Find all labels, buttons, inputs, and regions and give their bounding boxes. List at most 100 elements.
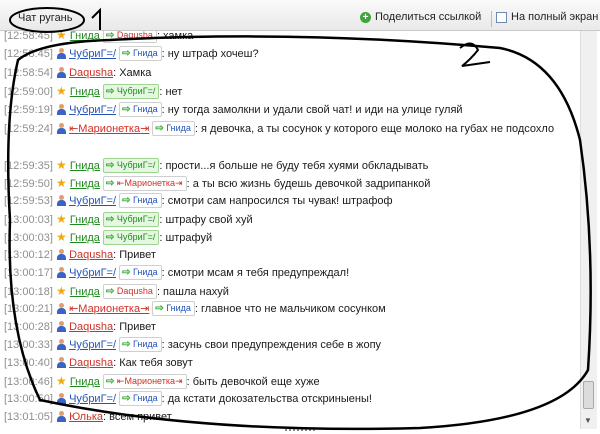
message-time: [13:00:50] bbox=[4, 393, 53, 405]
message-author[interactable]: ЧубриГ=/ bbox=[69, 393, 116, 405]
user-icon bbox=[56, 195, 66, 206]
message-text: : всем привет bbox=[103, 411, 172, 423]
star-icon: ★ bbox=[56, 374, 67, 388]
recipient-name: Гнида bbox=[166, 123, 191, 133]
message-author[interactable]: Юлька bbox=[69, 411, 103, 423]
message-author[interactable]: Гнида bbox=[70, 232, 100, 244]
chat-message: [13:00:03] ★ Гнида ⇨ ЧубриГ=/: штрафуй bbox=[4, 229, 212, 247]
message-author[interactable]: ЧубриГ=/ bbox=[69, 339, 116, 351]
message-author[interactable]: Гнида bbox=[70, 86, 100, 98]
recipient-tag[interactable]: ⇨ Гнида bbox=[119, 337, 162, 352]
star-icon: ★ bbox=[56, 176, 67, 190]
message-text: : прости...я больше не буду тебя хуями о… bbox=[159, 160, 429, 172]
recipient-tag[interactable]: ⇨ ⇤Марионетка⇥ bbox=[103, 176, 187, 191]
user-icon bbox=[56, 104, 66, 115]
recipient-name: Гнида bbox=[133, 48, 158, 58]
recipient-name: Daqusha bbox=[116, 286, 153, 296]
message-author[interactable]: ЧубриГ=/ bbox=[69, 195, 116, 207]
message-time: [13:00:46] bbox=[4, 376, 53, 388]
star-icon: ★ bbox=[56, 158, 67, 172]
message-text: : а ты всю жизнь будешь девочкой задрипа… bbox=[186, 178, 431, 190]
chat-message: [13:00:12] Daqusha: Привет bbox=[4, 247, 156, 264]
recipient-tag[interactable]: ⇨ ЧубриГ=/ bbox=[103, 212, 160, 227]
message-author[interactable]: Daqusha bbox=[69, 67, 113, 79]
message-author[interactable]: ЧубриГ=/ bbox=[69, 48, 116, 60]
recipient-tag[interactable]: ⇨ Гнида bbox=[119, 46, 162, 61]
arrow-right-icon: ⇨ bbox=[106, 31, 115, 41]
message-author[interactable]: Daqusha bbox=[69, 357, 113, 369]
chat-toolbar: Чат ругань + Поделиться ссылкой На полны… bbox=[0, 0, 600, 31]
star-icon: ★ bbox=[56, 230, 67, 244]
message-time: [12:59:35] bbox=[4, 160, 53, 172]
message-time: [13:01:05] bbox=[4, 411, 53, 423]
chat-log[interactable]: [12:58:45] ★ Гнида ⇨ Daqusha: хамка [12:… bbox=[0, 31, 578, 429]
chat-title[interactable]: Чат ругань bbox=[18, 12, 73, 24]
share-link-button[interactable]: + Поделиться ссылкой bbox=[360, 11, 481, 23]
recipient-name: Гнида bbox=[166, 303, 191, 313]
message-text: : штрафуй bbox=[159, 232, 213, 244]
user-icon bbox=[56, 123, 66, 134]
arrow-right-icon: ⇨ bbox=[122, 267, 131, 278]
star-icon: ★ bbox=[56, 31, 67, 42]
message-author[interactable]: Daqusha bbox=[69, 321, 113, 333]
message-time: [12:59:50] bbox=[4, 178, 53, 190]
message-author[interactable]: Гнида bbox=[70, 214, 100, 226]
chat-message: [13:00:46] ★ Гнида ⇨ ⇤Марионетка⇥: быть … bbox=[4, 373, 320, 391]
recipient-tag[interactable]: ⇨ ЧубриГ=/ bbox=[103, 158, 160, 173]
message-author[interactable]: Гнида bbox=[70, 286, 100, 298]
recipient-tag[interactable]: ⇨ Daqusha bbox=[103, 31, 157, 43]
recipient-tag[interactable]: ⇨ Гнида bbox=[119, 391, 162, 406]
user-icon bbox=[56, 321, 66, 332]
message-time: [12:58:54] bbox=[4, 67, 53, 79]
recipient-tag[interactable]: ⇨ ЧубриГ=/ bbox=[103, 230, 160, 245]
message-author[interactable]: Гнида bbox=[70, 376, 100, 388]
arrow-right-icon: ⇨ bbox=[106, 214, 115, 225]
recipient-tag[interactable]: ⇨ Гнида bbox=[152, 301, 195, 316]
message-text: : ну тогда замолкни и удали свой чат! и … bbox=[161, 104, 463, 116]
window-icon bbox=[496, 11, 507, 23]
chat-message: [13:00:50] ЧубриГ=/ ⇨ Гнида: да кстати д… bbox=[4, 391, 372, 408]
arrow-right-icon: ⇨ bbox=[106, 178, 115, 189]
recipient-tag[interactable]: ⇨ Гнида bbox=[119, 193, 162, 208]
recipient-name: ЧубриГ=/ bbox=[116, 86, 156, 96]
message-author[interactable]: ЧубриГ=/ bbox=[69, 104, 116, 116]
message-time: [12:58:45] bbox=[4, 31, 53, 42]
recipient-tag[interactable]: ⇨ Гнида bbox=[119, 265, 162, 280]
resize-handle[interactable] bbox=[285, 429, 315, 434]
scroll-down-icon[interactable]: ▼ bbox=[584, 416, 592, 425]
recipient-tag[interactable]: ⇨ Гнида bbox=[119, 102, 162, 117]
message-time: [13:00:21] bbox=[4, 303, 53, 315]
message-author[interactable]: ⇤Марионетка⇥ bbox=[69, 303, 149, 315]
arrow-right-icon: ⇨ bbox=[155, 123, 164, 134]
message-author[interactable]: Daqusha bbox=[69, 249, 113, 261]
chat-message: [12:59:35] ★ Гнида ⇨ ЧубриГ=/: прости...… bbox=[4, 157, 428, 175]
chat-message: [13:00:21] ⇤Марионетка⇥ ⇨ Гнида: главное… bbox=[4, 301, 386, 318]
message-time: [13:00:28] bbox=[4, 321, 53, 333]
scrollbar-thumb[interactable] bbox=[583, 381, 594, 409]
arrow-right-icon: ⇨ bbox=[122, 195, 131, 206]
chat-message: [12:58:45] ЧубриГ=/ ⇨ Гнида: ну штраф хо… bbox=[4, 46, 259, 63]
message-author[interactable]: ⇤Марионетка⇥ bbox=[69, 123, 149, 135]
chat-scrollbar[interactable]: ▼ bbox=[580, 31, 597, 429]
message-text: : пашла нахуй bbox=[156, 286, 229, 298]
message-author[interactable]: Гнида bbox=[70, 31, 100, 42]
message-time: [13:00:17] bbox=[4, 267, 53, 279]
user-icon bbox=[56, 249, 66, 260]
user-icon bbox=[56, 267, 66, 278]
recipient-tag[interactable]: ⇨ ЧубриГ=/ bbox=[103, 84, 160, 99]
message-author[interactable]: ЧубриГ=/ bbox=[69, 267, 116, 279]
toolbar-divider bbox=[491, 11, 492, 27]
chat-message: [12:59:24] ⇤Марионетка⇥ ⇨ Гнида: я девоч… bbox=[4, 121, 569, 138]
recipient-tag[interactable]: ⇨ ⇤Марионетка⇥ bbox=[103, 374, 187, 389]
chat-message: [12:58:45] ★ Гнида ⇨ Daqusha: хамка bbox=[4, 31, 193, 45]
chat-message: [13:00:03] ★ Гнида ⇨ ЧубриГ=/: штрафу св… bbox=[4, 211, 253, 229]
recipient-tag[interactable]: ⇨ Daqusha bbox=[103, 284, 157, 299]
recipient-tag[interactable]: ⇨ Гнида bbox=[152, 121, 195, 136]
message-text: : да кстати докозательства отскриныены! bbox=[161, 393, 372, 405]
message-author[interactable]: Гнида bbox=[70, 178, 100, 190]
user-icon bbox=[56, 303, 66, 314]
message-author[interactable]: Гнида bbox=[70, 160, 100, 172]
chat-message: [12:58:54] Daqusha: Хамка bbox=[4, 65, 151, 82]
arrow-right-icon: ⇨ bbox=[106, 86, 115, 97]
fullscreen-button[interactable]: На полный экран bbox=[496, 11, 598, 23]
